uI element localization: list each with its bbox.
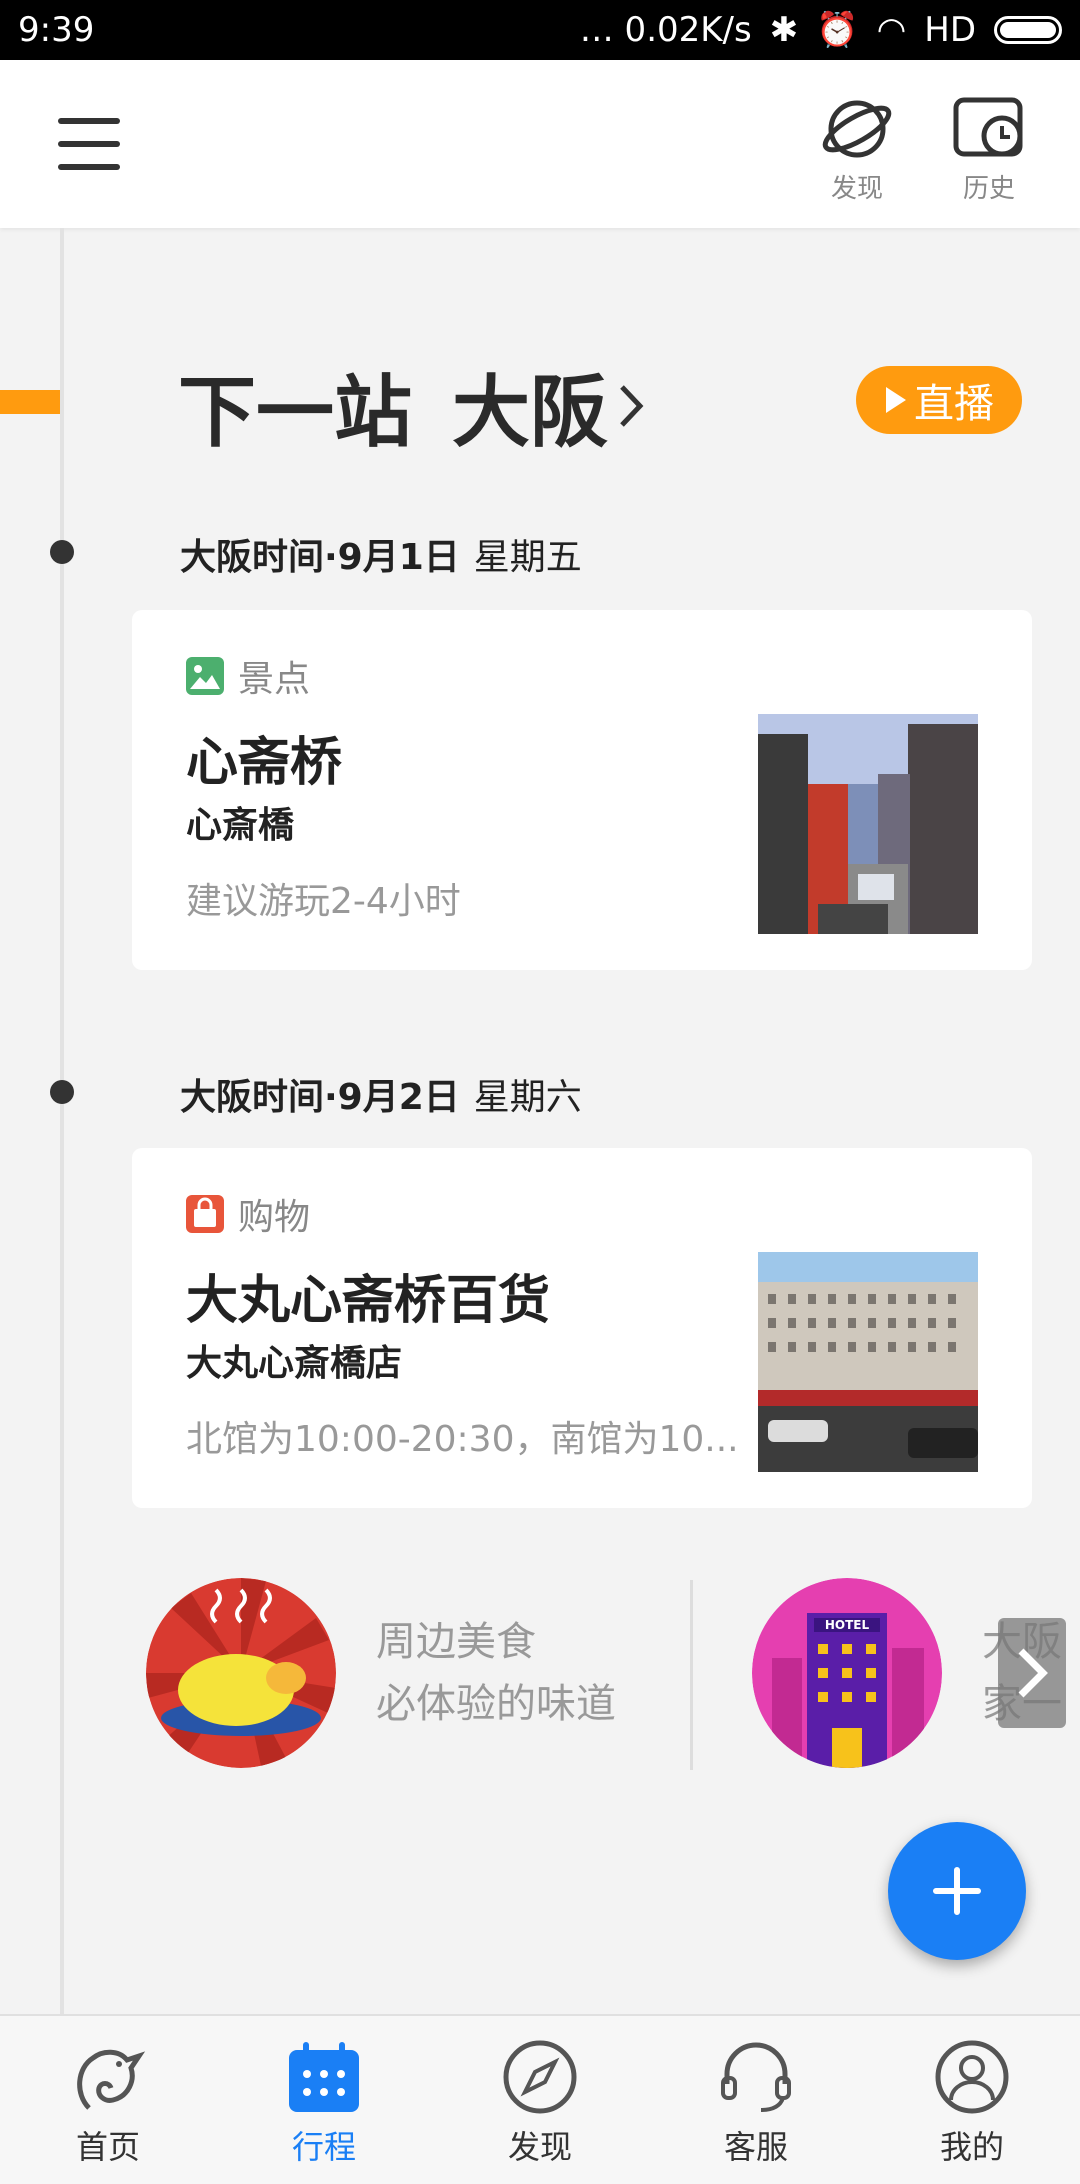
discover-label: 发现 (830, 174, 883, 204)
home-dolphin-icon (77, 2049, 146, 2110)
day-date: 大阪时间·9月2日 (180, 1077, 460, 1118)
bluetooth-icon: ✱ (769, 10, 799, 50)
nav-item-discover[interactable]: 发现 (432, 2016, 648, 2184)
nav-item-mine[interactable]: 我的 (864, 2016, 1080, 2184)
history-clock-icon (953, 97, 1023, 157)
discover-button[interactable]: 发现 (802, 96, 912, 206)
nav-item-home[interactable]: 首页 (0, 2016, 216, 2184)
chevron-right-icon (1018, 1648, 1048, 1698)
card-title: 大丸心斋桥百货 (186, 1271, 551, 1331)
card-type: 景点 (186, 650, 310, 702)
wifi-icon: ◠ (876, 10, 907, 50)
shopping-bag-icon (186, 1195, 224, 1233)
itinerary-card[interactable]: 景点 心斋桥 心斎橋 建议游玩2-4小时 (132, 610, 1032, 970)
next-stop-city: 大阪 (452, 368, 609, 458)
history-label: 历史 (962, 174, 1015, 204)
nav-label: 发现 (507, 2128, 572, 2166)
live-label: 直播 (914, 381, 994, 427)
nav-label: 我的 (939, 2128, 1004, 2166)
timeline-dot (50, 1080, 74, 1104)
plus-icon (933, 1867, 981, 1915)
nav-label: 客服 (723, 2128, 788, 2166)
svg-text:HOTEL: HOTEL (825, 1618, 870, 1632)
planet-icon (822, 100, 892, 158)
recommendation-text: 周边美食 必体验的味道 (376, 1611, 616, 1735)
network-speed: … 0.02K/s (579, 10, 752, 50)
status-time: 9:39 (18, 10, 95, 50)
network-type: HD (924, 10, 976, 50)
history-button[interactable]: 历史 (934, 96, 1044, 206)
recommendation-subtitle: 必体验的味道 (376, 1681, 616, 1727)
card-type-label: 景点 (238, 659, 311, 700)
day-header: 大阪时间·9月1日 星期五 (180, 528, 582, 580)
recommendation-divider (690, 1580, 693, 1770)
store-photo (758, 1252, 978, 1472)
nav-label: 首页 (75, 2128, 140, 2166)
timeline-line (60, 228, 64, 2018)
recommendation-food[interactable]: 周边美食 必体验的味道 (146, 1578, 616, 1768)
status-bar: 9:39 … 0.02K/s ✱ ⏰ ◠ HD (0, 0, 1080, 60)
recommendation-title: 周边美食 (376, 1619, 536, 1665)
bottom-navigation: 首页 行程 发现 客服 我的 (0, 2014, 1080, 2184)
nav-item-trips[interactable]: 行程 (216, 2016, 432, 2184)
headset-icon (721, 2042, 791, 2112)
nav-item-service[interactable]: 客服 (648, 2016, 864, 2184)
card-type: 购物 (186, 1188, 310, 1240)
status-indicators: … 0.02K/s ✱ ⏰ ◠ HD (580, 10, 1062, 50)
battery-icon (994, 16, 1062, 44)
chevron-right-icon (620, 385, 644, 427)
card-note: 建议游玩2-4小时 (186, 881, 461, 922)
compass-icon (503, 2040, 577, 2114)
image-icon (186, 657, 224, 695)
calendar-icon (289, 2042, 359, 2112)
food-icon (146, 1578, 336, 1768)
timeline-dot (50, 540, 74, 564)
timeline-current-marker (0, 390, 60, 414)
day-weekday: 星期六 (473, 1077, 582, 1118)
card-title: 心斋桥 (186, 733, 343, 793)
card-subtitle: 大丸心斎橋店 (186, 1343, 403, 1384)
menu-icon[interactable] (58, 118, 120, 170)
card-note: 北馆为10:00-20:30，南馆为10... (186, 1419, 739, 1460)
itinerary-card[interactable]: 购物 大丸心斋桥百货 大丸心斎橋店 北馆为10:00-20:30，南馆为10..… (132, 1148, 1032, 1508)
recommendation-next-button[interactable] (998, 1618, 1066, 1728)
hotel-icon: HOTEL (752, 1578, 942, 1768)
card-subtitle: 心斎橋 (186, 805, 295, 846)
next-stop-prefix: 下一站 (178, 368, 413, 458)
alarm-icon: ⏰ (816, 10, 859, 50)
user-icon (935, 2040, 1009, 2114)
live-button[interactable]: 直播 (856, 366, 1022, 434)
card-type-label: 购物 (238, 1197, 311, 1238)
add-button[interactable] (888, 1822, 1026, 1960)
next-stop-heading[interactable]: 下一站 大阪 (178, 350, 646, 462)
day-header: 大阪时间·9月2日 星期六 (180, 1068, 582, 1120)
nav-label: 行程 (291, 2128, 356, 2166)
attraction-photo (758, 714, 978, 934)
day-date: 大阪时间·9月1日 (180, 537, 460, 578)
app-header: 发现 历史 (0, 60, 1080, 228)
day-weekday: 星期五 (473, 537, 582, 578)
play-icon (886, 387, 906, 413)
